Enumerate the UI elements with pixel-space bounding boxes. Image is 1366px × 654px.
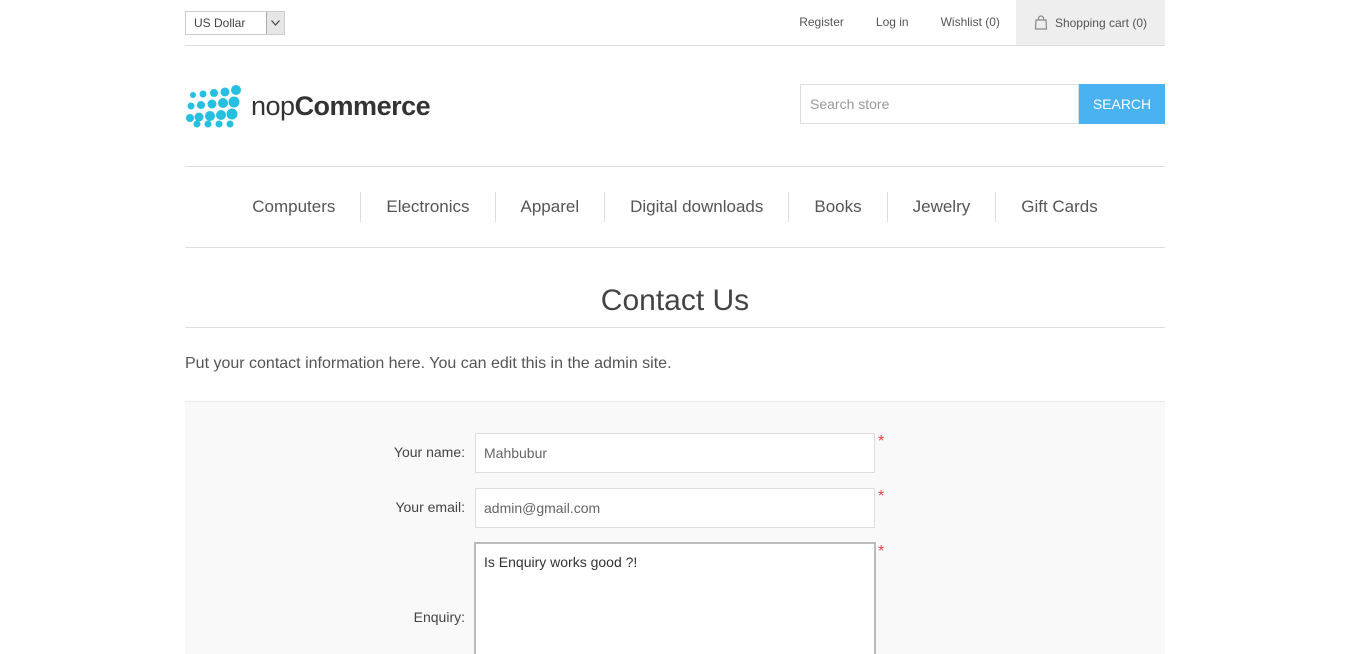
top-menu: Computers Electronics Apparel Digital do… — [185, 166, 1165, 248]
currency-value: US Dollar — [194, 16, 246, 30]
email-field[interactable]: admin@gmail.com — [475, 488, 875, 528]
contact-form: Your name: Mahbubur * Your email: admin@… — [185, 401, 1165, 654]
nav-item-apparel[interactable]: Apparel — [494, 192, 605, 222]
page-title: Contact Us — [185, 283, 1165, 328]
login-link[interactable]: Log in — [860, 0, 925, 45]
nav-item-electronics[interactable]: Electronics — [360, 192, 494, 222]
nav-item-gift-cards[interactable]: Gift Cards — [995, 192, 1123, 222]
required-mark: * — [878, 543, 885, 560]
enquiry-textarea[interactable]: Is Enquiry works good ?! — [474, 542, 876, 654]
search-input[interactable]: Search store — [800, 84, 1079, 124]
shopping-bag-icon — [1034, 15, 1048, 30]
enquiry-label: Enquiry: — [413, 609, 465, 625]
required-mark: * — [878, 488, 885, 505]
page-intro-text: Put your contact information here. You c… — [185, 355, 672, 372]
nav-item-digital-downloads[interactable]: Digital downloads — [604, 192, 788, 222]
search-button[interactable]: SEARCH — [1079, 84, 1165, 124]
shopping-cart-link[interactable]: Shopping cart (0) — [1015, 0, 1165, 45]
nav-item-books[interactable]: Books — [788, 192, 886, 222]
shopping-cart-label: Shopping cart (0) — [1054, 15, 1147, 30]
header-links: Register Log in Wishlist (0) Shopping ca… — [783, 0, 1165, 45]
search-box: Search store SEARCH — [800, 84, 1165, 124]
wishlist-link[interactable]: Wishlist (0) — [925, 0, 1016, 45]
logo-text: nopCommerce — [251, 86, 431, 126]
header-upper: US Dollar Register Log in Wishlist (0) S… — [185, 0, 1165, 46]
store-logo[interactable]: nopCommerce — [185, 84, 431, 128]
currency-selector[interactable]: US Dollar — [185, 11, 285, 35]
register-link[interactable]: Register — [783, 0, 860, 45]
nav-item-computers[interactable]: Computers — [227, 192, 360, 222]
email-label: Your email: — [395, 499, 465, 515]
nav-item-jewelry[interactable]: Jewelry — [886, 192, 996, 222]
name-label: Your name: — [393, 444, 465, 460]
required-mark: * — [878, 433, 885, 450]
chevron-down-icon[interactable] — [266, 12, 284, 34]
name-field[interactable]: Mahbubur — [475, 433, 875, 473]
logo-text-nop: nop — [251, 91, 295, 121]
logo-text-commerce: Commerce — [294, 91, 431, 121]
logo-dots-icon — [186, 85, 241, 128]
